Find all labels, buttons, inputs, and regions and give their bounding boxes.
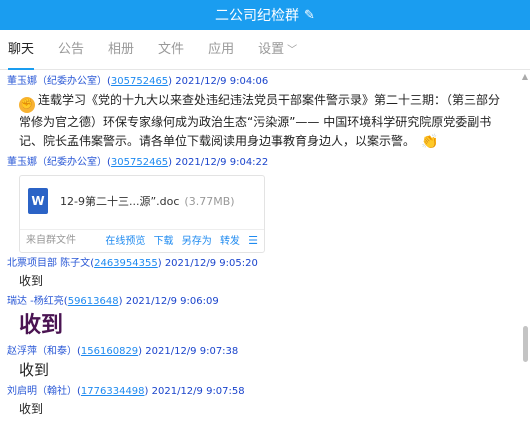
sender-name: 董玉娜（纪委办公室） bbox=[7, 76, 107, 87]
message-time: 2021/12/9 9:04:06 bbox=[175, 76, 269, 87]
tab-bar: 聊天 公告 相册 文件 应用 设置 ﹀ bbox=[0, 30, 530, 70]
message-header: 赵浮萍（和泰）(156160829) 2021/12/9 9:07:38 bbox=[7, 346, 239, 357]
message-time: 2021/12/9 9:06:09 bbox=[125, 296, 219, 307]
scrollbar-thumb[interactable] bbox=[523, 326, 528, 362]
pencil-icon[interactable]: ✎ bbox=[304, 8, 315, 23]
sender-name: 瑞达 -杨红亮 bbox=[7, 296, 64, 307]
file-name-row: 12-9第二十三...源”.doc (3.77MB) bbox=[60, 193, 235, 209]
file-actions: 在线预览 下载 另存为 转发 ☰ bbox=[100, 230, 258, 253]
message-header: 刘启明（翰社）(1776334498) 2021/12/9 9:07:58 bbox=[7, 386, 245, 397]
message-header: 瑞达 -杨红亮(59613648) 2021/12/9 9:06:09 bbox=[7, 296, 219, 307]
chat-history[interactable]: 董玉娜（纪委办公室）(305752465) 2021/12/9 9:04:06 … bbox=[0, 71, 530, 431]
sender-qq-link[interactable]: 1776334498 bbox=[81, 386, 145, 397]
message-time: 2021/12/9 9:07:58 bbox=[151, 386, 245, 397]
word-doc-icon: W bbox=[28, 188, 48, 214]
download-link[interactable]: 下载 bbox=[154, 236, 174, 247]
tab-settings-label: 设置 bbox=[258, 41, 285, 57]
message-time: 2021/12/9 9:05:20 bbox=[164, 258, 258, 269]
tab-apps-label: 应用 bbox=[208, 41, 235, 57]
tab-apps[interactable]: 应用 bbox=[208, 30, 234, 70]
tab-announcement[interactable]: 公告 bbox=[58, 30, 84, 70]
file-name: 12-9第二十三...源”.doc bbox=[60, 195, 180, 208]
tab-album-label: 相册 bbox=[108, 41, 135, 57]
tab-settings[interactable]: 设置 ﹀ bbox=[258, 30, 297, 70]
message-text: 收到 bbox=[19, 361, 50, 379]
tab-album[interactable]: 相册 bbox=[108, 30, 134, 70]
message-header: 董玉娜（纪委办公室）(305752465) 2021/12/9 9:04:22 bbox=[7, 157, 269, 168]
window-title-bar: 二公司纪检群 ✎ bbox=[0, 0, 530, 30]
tab-chat-label: 聊天 bbox=[8, 41, 35, 57]
tab-files[interactable]: 文件 bbox=[158, 30, 184, 70]
chevron-down-icon: ﹀ bbox=[287, 44, 298, 56]
preview-online-link[interactable]: 在线预览 bbox=[105, 236, 145, 247]
sender-qq-link[interactable]: 59613648 bbox=[68, 296, 119, 307]
message-time: 2021/12/9 9:07:38 bbox=[145, 346, 239, 357]
message-text: 收到 bbox=[19, 313, 64, 338]
sender-qq-link[interactable]: 305752465 bbox=[111, 76, 168, 87]
sender-name: 赵浮萍（和泰） bbox=[7, 346, 77, 357]
message-header: 北票项目部 陈子文(2463954355) 2021/12/9 9:05:20 bbox=[7, 258, 258, 269]
message-text: 收到 bbox=[19, 402, 44, 416]
file-footer: 来自群文件 在线预览 下载 另存为 转发 ☰ bbox=[20, 229, 264, 252]
fist-emoji-icon: ✊ bbox=[19, 97, 35, 113]
clap-emoji-icon: 👏 bbox=[421, 134, 439, 150]
file-card[interactable]: W 12-9第二十三...源”.doc (3.77MB) 来自群文件 在线预览 下… bbox=[19, 175, 265, 253]
tab-chat[interactable]: 聊天 bbox=[8, 30, 35, 70]
group-title: 二公司纪检群 bbox=[215, 8, 300, 24]
file-size: (3.77MB) bbox=[184, 195, 235, 208]
message-header: 董玉娜（纪委办公室）(305752465) 2021/12/9 9:04:06 bbox=[7, 76, 269, 87]
sender-qq-link[interactable]: 156160829 bbox=[81, 346, 138, 357]
sender-name: 董玉娜（纪委办公室） bbox=[7, 157, 107, 168]
sender-qq-link[interactable]: 305752465 bbox=[111, 157, 168, 168]
scroll-up-arrow-icon[interactable]: ▲ bbox=[522, 72, 528, 81]
message-time: 2021/12/9 9:04:22 bbox=[175, 157, 269, 168]
tab-files-label: 文件 bbox=[158, 41, 185, 57]
save-as-link[interactable]: 另存为 bbox=[182, 236, 212, 247]
forward-link[interactable]: 转发 bbox=[220, 236, 240, 247]
message-text-block: ✊ 连载学习《党的十九大以来查处违纪违法党员干部案件警示录》第二十三期：（第三部分… bbox=[7, 91, 530, 152]
file-source: 来自群文件 bbox=[26, 235, 76, 246]
sender-name: 刘启明（翰社） bbox=[7, 386, 77, 397]
message-text: 收到 bbox=[19, 274, 44, 288]
sender-name: 北票项目部 陈子文 bbox=[7, 258, 91, 269]
sender-qq-link[interactable]: 2463954355 bbox=[94, 258, 158, 269]
menu-icon[interactable]: ☰ bbox=[248, 234, 258, 247]
tab-announcement-label: 公告 bbox=[58, 41, 85, 57]
